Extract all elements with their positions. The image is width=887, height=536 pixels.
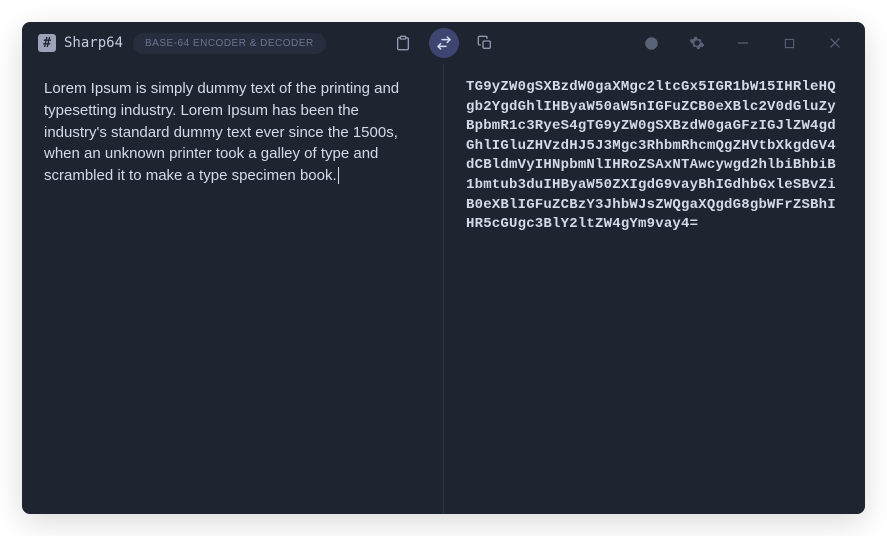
close-button[interactable]	[815, 27, 855, 59]
paste-button[interactable]	[389, 29, 417, 57]
clipboard-paste-icon	[395, 35, 411, 51]
input-text: Lorem Ipsum is simply dummy text of the …	[44, 80, 403, 184]
gear-icon	[689, 35, 705, 51]
info-icon	[644, 36, 659, 51]
maximize-button[interactable]	[769, 27, 809, 59]
minimize-button[interactable]	[723, 27, 763, 59]
copy-icon	[477, 35, 493, 51]
close-icon	[829, 37, 841, 49]
app-window: # Sharp64 BASE-64 ENCODER & DECODER	[22, 22, 865, 514]
input-pane[interactable]: Lorem Ipsum is simply dummy text of the …	[22, 64, 443, 514]
titlebar: # Sharp64 BASE-64 ENCODER & DECODER	[22, 22, 865, 64]
window-controls	[631, 27, 855, 59]
subtitle-pill: BASE-64 ENCODER & DECODER	[133, 33, 326, 54]
center-controls	[389, 28, 499, 58]
content-area: Lorem Ipsum is simply dummy text of the …	[22, 64, 865, 514]
minimize-icon	[737, 37, 749, 49]
settings-button[interactable]	[677, 27, 717, 59]
swap-button[interactable]	[429, 28, 459, 58]
app-logo-icon: #	[38, 34, 56, 52]
info-button[interactable]	[631, 27, 671, 59]
output-text: TG9yZW0gSXBzdW0gaXMgc2ltcGx5IGR1bW15IHRl…	[466, 79, 836, 232]
copy-button[interactable]	[471, 29, 499, 57]
text-cursor-icon	[338, 167, 339, 184]
output-pane[interactable]: TG9yZW0gSXBzdW0gaXMgc2ltcGx5IGR1bW15IHRl…	[444, 64, 865, 514]
app-name-label: Sharp64	[64, 35, 123, 51]
maximize-icon	[784, 38, 795, 49]
swap-arrows-icon	[436, 35, 452, 51]
